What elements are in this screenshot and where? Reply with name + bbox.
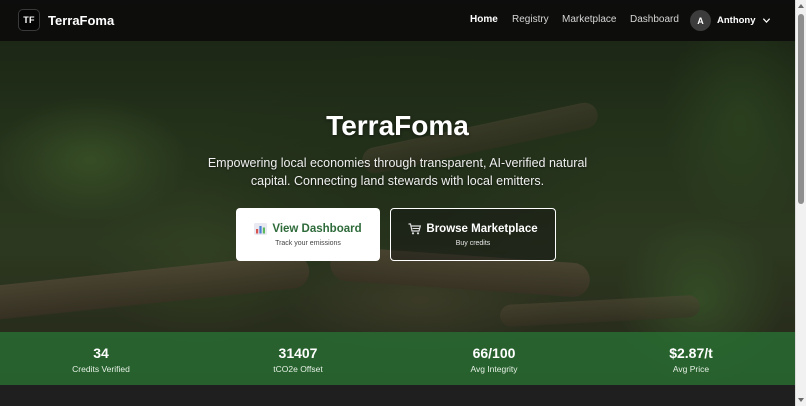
page-scrollbar[interactable] xyxy=(795,0,806,406)
brand-home-link[interactable]: TF TerraFoma xyxy=(18,9,114,31)
browse-marketplace-label: Browse Marketplace xyxy=(426,222,538,235)
avatar: A xyxy=(690,10,711,31)
hero-title: TerraFoma xyxy=(326,110,469,141)
top-navbar: TF TerraFoma Home Registry Marketplace D… xyxy=(0,0,795,41)
stat-avg-integrity: 66/100 Avg Integrity xyxy=(434,345,554,374)
view-dashboard-button[interactable]: View Dashboard Track your emissions xyxy=(236,208,380,261)
stat-tco2e-offset: 31407 tCO2e Offset xyxy=(238,345,358,374)
brand-name: TerraFoma xyxy=(48,12,115,28)
nav-link-home[interactable]: Home xyxy=(470,14,498,25)
stats-band: 34 Credits Verified 31407 tCO2e Offset 6… xyxy=(0,332,795,385)
nav-link-marketplace[interactable]: Marketplace xyxy=(562,14,616,25)
scroll-up-arrow-icon[interactable] xyxy=(798,4,804,8)
stat-label: Avg Integrity xyxy=(470,364,518,374)
browse-marketplace-button[interactable]: Browse Marketplace Buy credits xyxy=(390,208,556,261)
view-dashboard-caption: Track your emissions xyxy=(275,239,341,247)
stat-label: tCO2e Offset xyxy=(273,364,323,374)
user-menu-button[interactable]: A Anthony xyxy=(690,10,771,31)
hero-subtitle: Empowering local economies through trans… xyxy=(207,156,588,188)
page: TF TerraFoma Home Registry Marketplace D… xyxy=(0,0,806,406)
scrollbar-thumb[interactable] xyxy=(798,14,804,204)
stat-value: 34 xyxy=(93,345,109,361)
stat-value: $2.87/t xyxy=(669,345,713,361)
stat-avg-price: $2.87/t Avg Price xyxy=(631,345,751,374)
scroll-down-arrow-icon[interactable] xyxy=(798,398,804,402)
stat-label: Avg Price xyxy=(672,364,710,374)
cart-icon xyxy=(408,222,422,234)
view-dashboard-label: View Dashboard xyxy=(272,222,362,235)
bar-chart-icon xyxy=(254,222,268,235)
stat-credits-verified: 34 Credits Verified xyxy=(41,345,161,374)
stat-value: 66/100 xyxy=(472,345,516,361)
nav-link-registry[interactable]: Registry xyxy=(512,14,549,25)
stat-value: 31407 xyxy=(278,345,318,361)
stat-label: Credits Verified xyxy=(72,364,130,374)
brand-logo: TF xyxy=(18,9,40,31)
next-section-edge xyxy=(0,385,795,406)
chevron-down-icon xyxy=(762,18,770,24)
user-name: Anthony xyxy=(717,15,756,26)
nav-link-dashboard[interactable]: Dashboard xyxy=(630,14,679,25)
browse-marketplace-caption: Buy credits xyxy=(455,239,491,247)
